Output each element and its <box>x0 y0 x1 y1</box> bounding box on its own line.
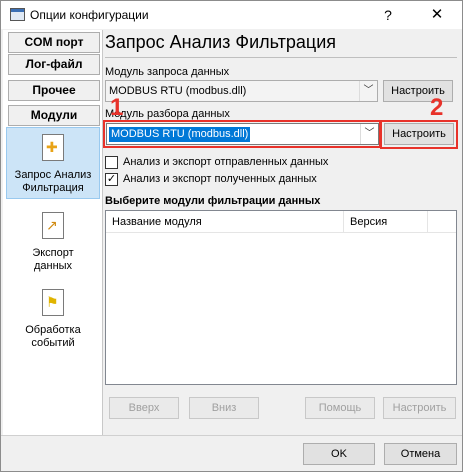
sent-data-label: Анализ и экспорт отправленных данных <box>123 156 329 168</box>
sidebar-button-com-port[interactable]: COM порт <box>8 32 100 53</box>
app-window-icon <box>10 8 25 21</box>
annotation-number-1: 1 <box>110 94 124 121</box>
sidebar-item-request-analysis[interactable]: ✚ Запрос Анализ Фильтрация <box>6 127 100 199</box>
help-button[interactable]: ? <box>365 1 411 29</box>
cancel-button[interactable]: Отмена <box>384 443 457 465</box>
column-version[interactable]: Версия <box>344 211 428 233</box>
sidebar-item-events[interactable]: ⚑ Обработка событий <box>6 283 100 351</box>
page-title: Запрос Анализ Фильтрация <box>105 32 337 52</box>
request-module-select[interactable]: MODBUS RTU (modbus.dll) ﹀ <box>105 80 378 102</box>
annotation-number-2: 2 <box>430 94 444 121</box>
footer-divider <box>1 435 462 436</box>
export-icon: ↗ <box>42 212 64 239</box>
sidebar-item-label: Запрос Анализ <box>14 169 92 181</box>
annotation-highlight-select <box>103 120 381 148</box>
request-module-value: MODBUS RTU (modbus.dll) <box>109 85 247 97</box>
title-bar: Опции конфигурации ? ✕ <box>1 1 462 29</box>
window-title: Опции конфигурации <box>30 8 149 22</box>
main-panel: Запрос Анализ Фильтрация Модуль запроса … <box>103 30 462 435</box>
filter-section-heading: Выберите модули фильтрации данных <box>105 195 321 207</box>
move-up-button[interactable]: Вверх <box>109 397 179 419</box>
sidebar-item-label: данных <box>33 260 73 272</box>
sidebar-button-log-file[interactable]: Лог-файл <box>8 54 100 75</box>
request-module-label: Модуль запроса данных <box>105 66 230 78</box>
sidebar-item-label: Обработка <box>25 324 81 336</box>
sidebar-item-export[interactable]: ↗ Экспорт данных <box>6 206 100 274</box>
filter-modules-list[interactable]: Название модуля Версия <box>105 210 457 385</box>
chevron-down-icon: ﹀ <box>359 81 377 101</box>
received-data-checkbox[interactable]: ✓ <box>105 173 118 186</box>
annotation-highlight-button <box>380 120 458 149</box>
sent-data-checkbox[interactable] <box>105 156 118 169</box>
parse-module-label: Модуль разбора данных <box>105 108 230 120</box>
column-module-name[interactable]: Название модуля <box>106 211 344 233</box>
sidebar: COM порт Лог-файл Прочее Модули ✚ Запрос… <box>3 30 103 435</box>
help-module-button[interactable]: Помощь <box>305 397 375 419</box>
ok-button[interactable]: OK <box>303 443 375 465</box>
flag-icon: ⚑ <box>42 289 64 316</box>
move-down-button[interactable]: Вниз <box>189 397 259 419</box>
sidebar-item-label: Экспорт <box>32 247 74 259</box>
close-icon[interactable]: ✕ <box>413 1 461 29</box>
title-divider <box>105 57 457 58</box>
puzzle-icon: ✚ <box>42 134 64 161</box>
configure-module-button[interactable]: Настроить <box>383 397 456 419</box>
sidebar-button-other[interactable]: Прочее <box>8 80 100 101</box>
sidebar-button-modules[interactable]: Модули <box>8 105 100 126</box>
config-dialog: Опции конфигурации ? ✕ COM порт Лог-файл… <box>0 0 463 472</box>
list-header: Название модуля Версия <box>106 211 456 233</box>
sidebar-item-label: Фильтрация <box>22 182 84 194</box>
received-data-label: Анализ и экспорт полученных данных <box>123 173 317 185</box>
sidebar-item-label: событий <box>31 337 75 349</box>
